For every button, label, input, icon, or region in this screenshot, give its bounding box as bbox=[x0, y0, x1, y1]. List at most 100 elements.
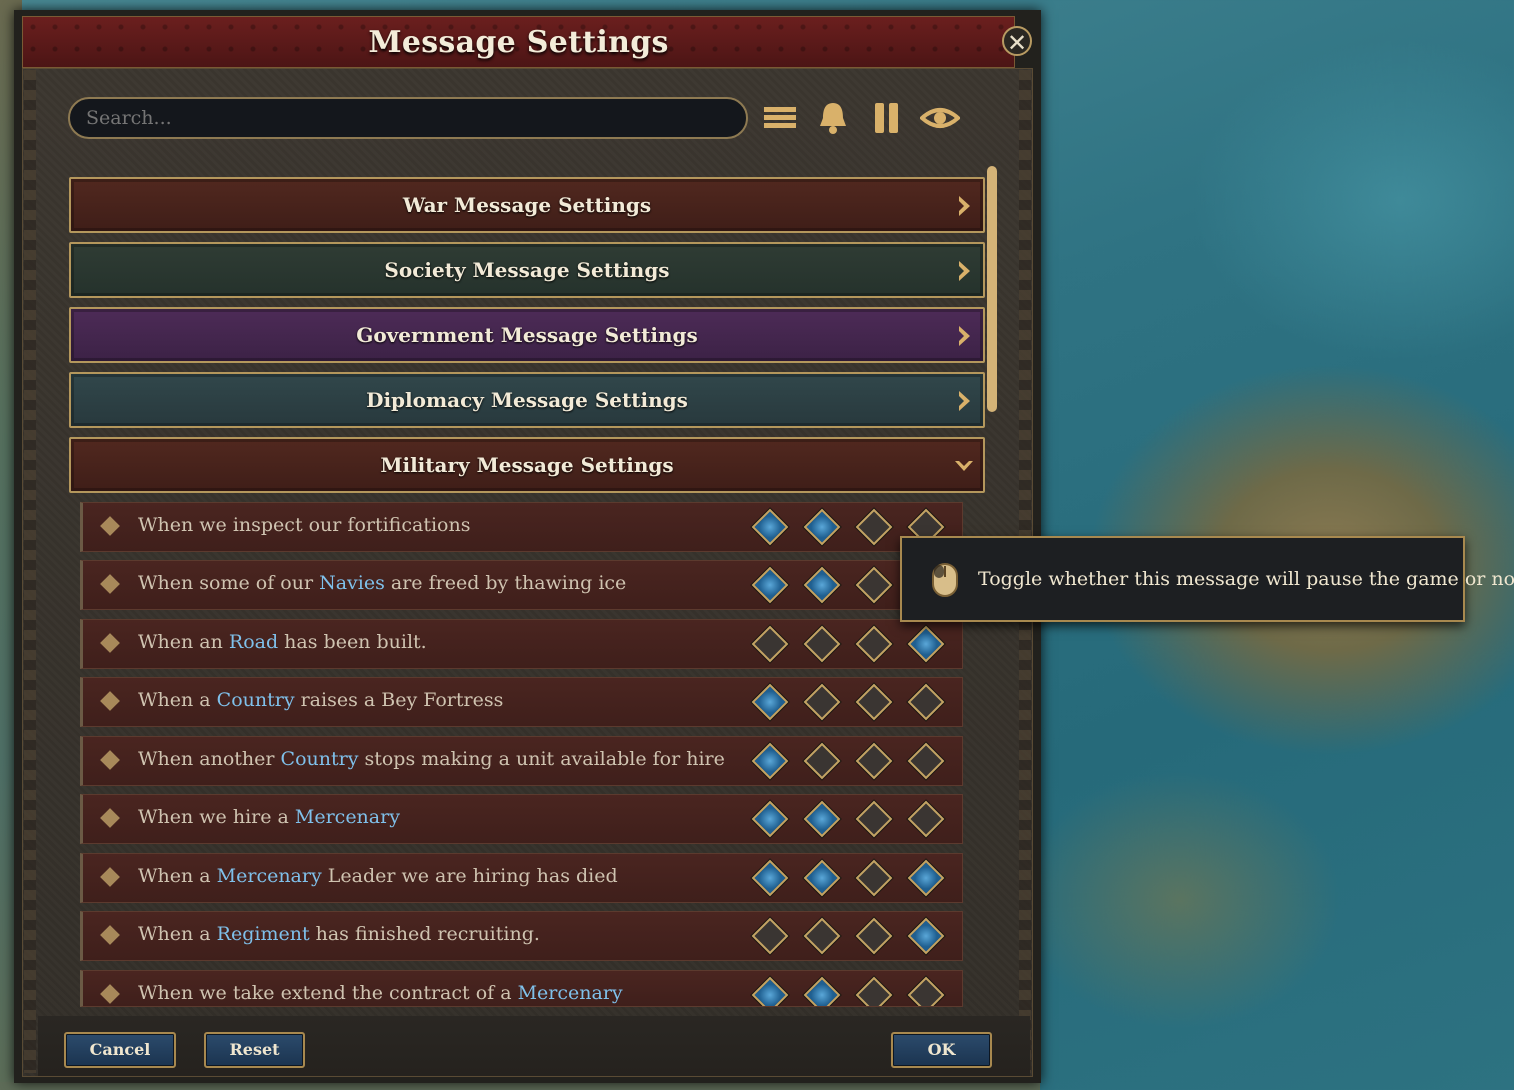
bullet-diamond-icon bbox=[100, 633, 120, 653]
notify-toggle[interactable] bbox=[751, 800, 789, 838]
popup-toggle[interactable] bbox=[803, 976, 841, 1006]
left-border-ornament bbox=[24, 70, 36, 1073]
category-header-war[interactable]: War Message Settings bbox=[69, 177, 985, 233]
notify-toggle[interactable] bbox=[751, 566, 789, 604]
message-text: has finished recruiting. bbox=[309, 923, 540, 945]
popup-toggle[interactable] bbox=[803, 683, 841, 721]
message-label: When we inspect our fortifications bbox=[138, 514, 470, 536]
bullet-diamond-icon bbox=[100, 516, 120, 536]
keyword-link[interactable]: Mercenary bbox=[518, 982, 623, 1004]
popup-toggle[interactable] bbox=[803, 508, 841, 546]
popup-toggle[interactable] bbox=[803, 742, 841, 780]
message-text: are freed by thawing ice bbox=[384, 572, 627, 594]
message-text: When a bbox=[138, 689, 217, 711]
bell-icon[interactable] bbox=[813, 98, 853, 138]
log-toggle[interactable] bbox=[907, 859, 945, 897]
pause-toggle[interactable] bbox=[855, 508, 893, 546]
category-label: Society Message Settings bbox=[384, 258, 670, 282]
message-row: When another Country stops making a unit… bbox=[80, 736, 963, 786]
category-header-diplo[interactable]: Diplomacy Message Settings bbox=[69, 372, 985, 428]
message-text: raises a Bey Fortress bbox=[294, 689, 504, 711]
list-icon[interactable] bbox=[760, 98, 800, 138]
chevron-right-icon bbox=[959, 326, 970, 346]
log-toggle[interactable] bbox=[907, 683, 945, 721]
category-label: War Message Settings bbox=[402, 193, 652, 217]
tooltip: Toggle whether this message will pause t… bbox=[900, 536, 1514, 622]
log-toggle[interactable] bbox=[907, 976, 945, 1006]
pause-toggle[interactable] bbox=[855, 917, 893, 955]
notify-toggle[interactable] bbox=[751, 683, 789, 721]
message-text: When an bbox=[138, 631, 229, 653]
popup-toggle[interactable] bbox=[803, 859, 841, 897]
message-text: has been built. bbox=[278, 631, 427, 653]
bullet-diamond-icon bbox=[100, 984, 120, 1004]
map-background-bottom bbox=[0, 1082, 1040, 1090]
cancel-button[interactable]: Cancel bbox=[64, 1032, 176, 1068]
scrollbar-thumb[interactable] bbox=[987, 166, 997, 412]
reset-button[interactable]: Reset bbox=[204, 1032, 305, 1068]
bullet-diamond-icon bbox=[100, 867, 120, 887]
log-toggle[interactable] bbox=[907, 625, 945, 663]
message-text: When a bbox=[138, 923, 217, 945]
keyword-link[interactable]: Road bbox=[229, 631, 278, 653]
notify-toggle[interactable] bbox=[751, 859, 789, 897]
pause-toggle[interactable] bbox=[855, 742, 893, 780]
message-label: When an Road has been built. bbox=[138, 631, 427, 653]
message-text: When we hire a bbox=[138, 806, 295, 828]
category-header-mil[interactable]: Military Message Settings bbox=[69, 437, 985, 493]
category-header-gov[interactable]: Government Message Settings bbox=[69, 307, 985, 363]
keyword-link[interactable]: Regiment bbox=[217, 923, 310, 945]
popup-toggle[interactable] bbox=[803, 800, 841, 838]
close-icon: ✕ bbox=[1006, 29, 1028, 57]
message-row: When a Regiment has finished recruiting. bbox=[80, 911, 963, 961]
pause-toggle[interactable] bbox=[855, 683, 893, 721]
category-header-society[interactable]: Society Message Settings bbox=[69, 242, 985, 298]
pause-toggle[interactable] bbox=[855, 859, 893, 897]
keyword-link[interactable]: Navies bbox=[319, 572, 385, 594]
message-row: When we hire a Mercenary bbox=[80, 794, 963, 844]
tooltip-text: Toggle whether this message will pause t… bbox=[978, 568, 1514, 590]
bullet-diamond-icon bbox=[100, 750, 120, 770]
message-label: When some of our Navies are freed by tha… bbox=[138, 572, 626, 594]
title-bar: Message Settings bbox=[22, 16, 1015, 68]
notify-toggle[interactable] bbox=[751, 742, 789, 780]
mouse-icon bbox=[932, 563, 958, 597]
category-label: Military Message Settings bbox=[380, 453, 674, 477]
pause-toggle[interactable] bbox=[855, 566, 893, 604]
keyword-link[interactable]: Country bbox=[217, 689, 295, 711]
chevron-right-icon bbox=[959, 261, 970, 281]
notify-toggle[interactable] bbox=[751, 917, 789, 955]
keyword-link[interactable]: Mercenary bbox=[217, 865, 322, 887]
message-text: When another bbox=[138, 748, 281, 770]
popup-toggle[interactable] bbox=[803, 917, 841, 955]
log-toggle[interactable] bbox=[907, 800, 945, 838]
popup-toggle[interactable] bbox=[803, 566, 841, 604]
bullet-diamond-icon bbox=[100, 925, 120, 945]
log-toggle[interactable] bbox=[907, 917, 945, 955]
pause-toggle[interactable] bbox=[855, 625, 893, 663]
message-row: When some of our Navies are freed by tha… bbox=[80, 560, 963, 610]
eye-icon[interactable] bbox=[920, 98, 960, 138]
keyword-link[interactable]: Country bbox=[281, 748, 359, 770]
notify-toggle[interactable] bbox=[751, 976, 789, 1006]
message-row: When a Country raises a Bey Fortress bbox=[80, 677, 963, 727]
notify-toggle[interactable] bbox=[751, 508, 789, 546]
message-text: stops making a unit available for hire bbox=[358, 748, 725, 770]
log-toggle[interactable] bbox=[907, 742, 945, 780]
popup-toggle[interactable] bbox=[803, 625, 841, 663]
notify-toggle[interactable] bbox=[751, 625, 789, 663]
message-label: When a Regiment has finished recruiting. bbox=[138, 923, 540, 945]
close-button[interactable]: ✕ bbox=[1002, 26, 1032, 57]
bullet-diamond-icon bbox=[100, 808, 120, 828]
window-title: Message Settings bbox=[368, 25, 669, 60]
chevron-down-icon bbox=[955, 461, 973, 471]
ok-button[interactable]: OK bbox=[891, 1032, 992, 1068]
pause-toggle[interactable] bbox=[855, 800, 893, 838]
pause-toggle[interactable] bbox=[855, 976, 893, 1006]
search-input[interactable] bbox=[68, 97, 748, 139]
message-row: When a Mercenary Leader we are hiring ha… bbox=[80, 853, 963, 903]
keyword-link[interactable]: Mercenary bbox=[295, 806, 400, 828]
pause-icon[interactable] bbox=[866, 98, 906, 138]
message-text: When we take extend the contract of a bbox=[138, 982, 518, 1004]
message-row: When we take extend the contract of a Me… bbox=[80, 970, 963, 1007]
